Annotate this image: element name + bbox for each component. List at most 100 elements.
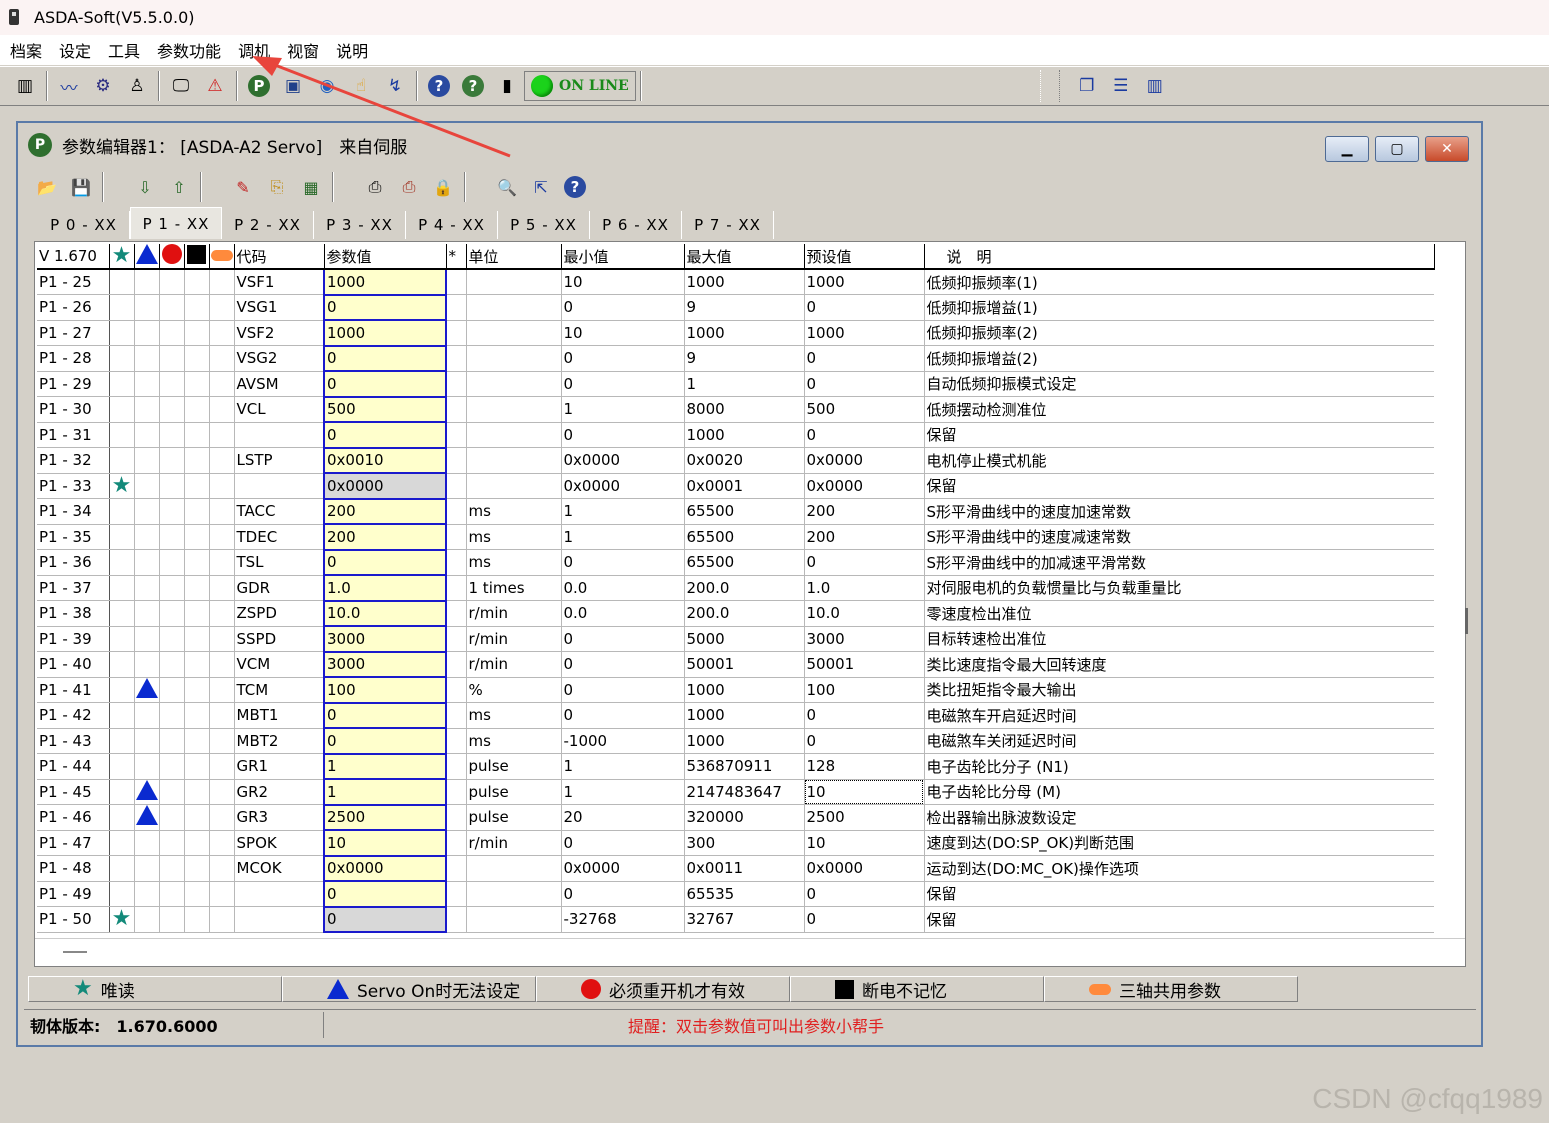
tab-p5[interactable]: P 5 - XX xyxy=(498,211,590,239)
context-help-icon[interactable]: ? xyxy=(459,72,487,100)
header-reboot[interactable] xyxy=(159,244,185,270)
open-icon[interactable]: 📂 xyxy=(33,173,61,201)
write-to-servo-icon[interactable]: ⇧ xyxy=(165,173,193,201)
network-icon[interactable]: ◉ xyxy=(313,72,341,100)
table-row[interactable]: P1 - 35 TDEC 200 ms 1 65500 200 S形平滑曲线中的速度减速常数 xyxy=(37,524,1434,551)
param-value-cell[interactable]: 1 xyxy=(323,753,447,780)
param-value-cell[interactable]: 0x0000 xyxy=(323,473,447,500)
tab-p2[interactable]: P 2 - XX xyxy=(222,211,314,239)
param-value-cell[interactable]: 0 xyxy=(323,345,447,372)
read-from-servo-icon[interactable]: ⇩ xyxy=(131,173,159,201)
diagram-icon[interactable]: ▣ xyxy=(279,72,307,100)
copy-params-icon[interactable]: ⎘ xyxy=(263,173,291,201)
param-value-cell[interactable]: 0 xyxy=(323,728,447,755)
table-row[interactable]: P1 - 33 ★ 0x0000 0x0000 0x0001 0x0000 保留 xyxy=(37,473,1434,500)
param-value-cell[interactable]: 0 xyxy=(323,371,447,398)
table-row[interactable]: P1 - 37 GDR 1.0 1 times 0.0 200.0 1.0 对伺服电机的负载惯… xyxy=(37,575,1434,602)
param-value-cell[interactable]: 0 xyxy=(323,422,447,449)
table-row[interactable]: P1 - 27 VSF2 1000 10 1000 1000 低频抑振频率(2) xyxy=(37,320,1434,347)
param-value-cell[interactable]: 0 xyxy=(323,702,447,729)
table-row[interactable]: P1 - 40 VCM 3000 r/min 0 50001 50001 类比速度指令最大回转… xyxy=(37,651,1434,678)
person-icon[interactable]: ♙ xyxy=(123,72,151,100)
table-row[interactable]: P1 - 42 MBT1 0 ms 0 1000 0 电磁煞车开启延迟时间 xyxy=(37,702,1434,729)
header-max[interactable]: 最大值 xyxy=(684,244,805,270)
table-row[interactable]: P1 - 31 0 0 1000 0 保留 xyxy=(37,422,1434,449)
compare-icon[interactable]: ✎ xyxy=(229,173,257,201)
gear-icon[interactable]: ⚙ xyxy=(89,72,117,100)
param-value-cell[interactable]: 1.0 xyxy=(323,575,447,602)
param-value-cell[interactable]: 0 xyxy=(323,549,447,576)
param-value-cell[interactable]: 10 xyxy=(323,830,447,857)
header-min[interactable]: 最小值 xyxy=(561,244,685,270)
table-row[interactable]: P1 - 41 TCM 100% 0 1000 100 类比扭矩指令最大输出 xyxy=(37,677,1434,704)
search-icon[interactable]: 🔍 xyxy=(493,173,521,201)
menu-tools[interactable]: 工具 xyxy=(108,38,140,62)
param-value-cell[interactable]: 200 xyxy=(323,524,447,551)
param-value-cell[interactable]: 3000 xyxy=(323,651,447,678)
param-value-cell[interactable]: 1000 xyxy=(323,320,447,347)
header-description[interactable]: 说 明 xyxy=(924,244,1435,270)
param-value-cell[interactable]: 200 xyxy=(323,498,447,525)
table-row[interactable]: P1 - 48 MCOK 0x0000 0x0000 0x0011 0x0000 运动到达(… xyxy=(37,855,1434,882)
menu-tuning[interactable]: 调机 xyxy=(238,38,270,62)
tab-p0[interactable]: P 0 - XX xyxy=(38,211,130,239)
table-row[interactable]: P1 - 50 ★ 0 -32768 32767 0 保留 xyxy=(37,906,1434,933)
table-row[interactable]: P1 - 44 GR1 1 pulse 1 536870911 128 电子齿轮比分子 (N1… xyxy=(37,753,1434,780)
table-row[interactable]: P1 - 28 VSG2 0 0 9 0 低频抑振增益(2) xyxy=(37,345,1434,372)
param-value-cell[interactable]: 1 xyxy=(323,779,447,806)
table-row[interactable]: P1 - 38 ZSPD 10.0 r/min 0.0 200.0 10.0 零速度检出准位 xyxy=(37,600,1434,627)
maximize-button[interactable]: ▢ xyxy=(1375,136,1419,162)
param-value-cell[interactable]: 10.0 xyxy=(323,600,447,627)
horizontal-scroll-thumb[interactable] xyxy=(63,951,87,953)
table-row[interactable]: P1 - 26 VSG1 0 0 9 0 低频抑振增益(1) xyxy=(37,294,1434,321)
lock-icon[interactable]: 🔒 xyxy=(429,173,457,201)
table-row[interactable]: P1 - 30 VCL 500 1 8000 500 低频摆动检测准位 xyxy=(37,396,1434,423)
param-value-cell[interactable]: 500 xyxy=(323,396,447,423)
header-default[interactable]: 预设值 xyxy=(804,244,925,270)
device-icon[interactable]: ▮ xyxy=(493,72,521,100)
minimize-button[interactable]: ▁ xyxy=(1325,136,1369,162)
tab-p4[interactable]: P 4 - XX xyxy=(406,211,498,239)
table-row[interactable]: P1 - 29 AVSM 0 0 1 0 自动低频抑振模式设定 xyxy=(37,371,1434,398)
menu-file[interactable]: 档案 xyxy=(10,38,42,62)
param-value-cell[interactable]: 0x0000 xyxy=(323,855,447,882)
tile-vertical-icon[interactable]: ▥ xyxy=(1141,72,1169,100)
menu-help[interactable]: 说明 xyxy=(336,38,368,62)
param-value-cell[interactable]: 1000 xyxy=(323,269,447,296)
param-editor-icon[interactable]: P xyxy=(245,72,273,100)
connection-icon[interactable]: ▥ xyxy=(11,72,39,100)
tab-p6[interactable]: P 6 - XX xyxy=(590,211,682,239)
param-value-cell[interactable]: 3000 xyxy=(323,626,447,653)
help-icon[interactable]: ? xyxy=(425,72,453,100)
save-icon[interactable]: 💾 xyxy=(67,173,95,201)
header-servo-on[interactable] xyxy=(134,244,160,270)
table-row[interactable]: P1 - 39 SSPD 3000 r/min 0 5000 3000 目标转速检出准位 xyxy=(37,626,1434,653)
param-value-cell[interactable]: 100 xyxy=(323,677,447,704)
io-icon[interactable]: ↯ xyxy=(381,72,409,100)
header-code[interactable]: 代码 xyxy=(234,244,325,270)
close-button[interactable]: ✕ xyxy=(1425,136,1469,162)
export-icon[interactable]: ⇱ xyxy=(527,173,555,201)
tile-horizontal-icon[interactable]: ☰ xyxy=(1107,72,1135,100)
tab-p3[interactable]: P 3 - XX xyxy=(314,211,406,239)
tab-p7[interactable]: P 7 - XX xyxy=(682,211,774,239)
horizontal-scrollbar[interactable] xyxy=(35,938,1465,966)
table-row[interactable]: P1 - 43 MBT2 0 ms -1000 1000 0 电磁煞车关闭延迟时间 xyxy=(37,728,1434,755)
table-row[interactable]: P1 - 46 GR3 2500 pulse 20 320000 2500 检出器输出脉波数设… xyxy=(37,804,1434,831)
header-volatile[interactable] xyxy=(184,244,210,270)
table-row[interactable]: P1 - 47 SPOK 10 r/min 0 300 10 速度到达(DO:SP_OK)判断… xyxy=(37,830,1434,857)
menu-window[interactable]: 视窗 xyxy=(287,38,319,62)
param-value-cell[interactable]: 2500 xyxy=(323,804,447,831)
table-row[interactable]: P1 - 36 TSL 0 ms 0 65500 0 S形平滑曲线中的加减速平滑常数 xyxy=(37,549,1434,576)
table-row[interactable]: P1 - 25 VSF1 1000 10 1000 1000 低频抑振频率(1) xyxy=(37,269,1434,296)
print-icon[interactable]: ⎙ xyxy=(361,173,389,201)
table-row[interactable]: P1 - 34 TACC 200 ms 1 65500 200 S形平滑曲线中的速度加速常数 xyxy=(37,498,1434,525)
cascade-windows-icon[interactable]: ❐ xyxy=(1073,72,1101,100)
header-shared[interactable] xyxy=(209,244,235,270)
header-star[interactable]: * xyxy=(446,244,467,270)
toolbar-grip[interactable] xyxy=(1039,70,1060,102)
menu-settings[interactable]: 设定 xyxy=(59,38,91,62)
vertical-scroll-thumb[interactable] xyxy=(1465,608,1468,634)
table-icon[interactable]: ▦ xyxy=(297,173,325,201)
table-row[interactable]: P1 - 45 GR2 1 pulse 1 2147483647 10 电子齿轮比分母 (M) xyxy=(37,779,1434,806)
